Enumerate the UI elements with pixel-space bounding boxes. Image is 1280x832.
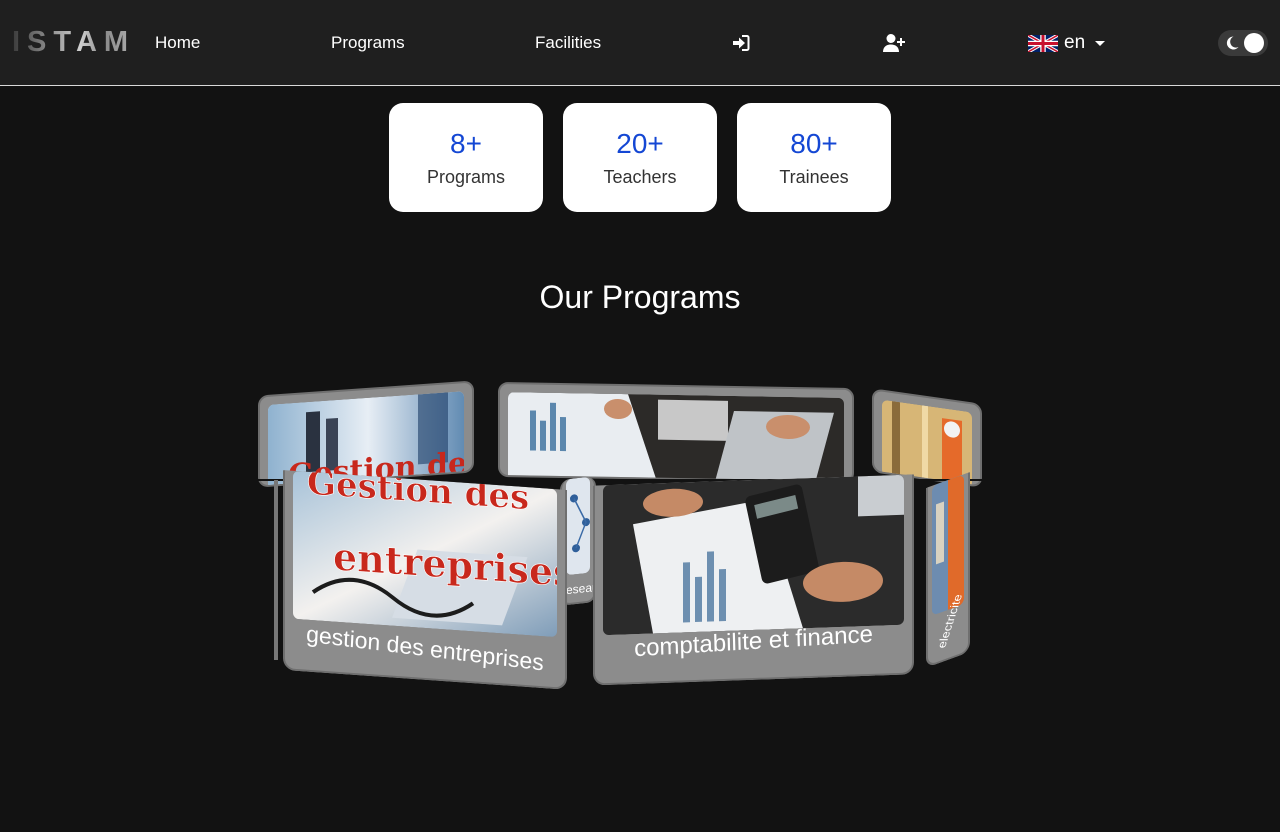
- programs-carousel[interactable]: Gestion des entreprises: [250, 380, 990, 690]
- sign-in-icon[interactable]: [731, 33, 753, 53]
- user-plus-icon[interactable]: [883, 33, 905, 53]
- program-image: [508, 392, 844, 484]
- theme-toggle[interactable]: [1218, 30, 1268, 56]
- stat-card-teachers: 20+ Teachers: [563, 103, 717, 212]
- program-card-gestion[interactable]: entreprises Gestion des gestion des entr…: [283, 470, 567, 690]
- program-image: entreprises Gestion des: [293, 471, 557, 638]
- navbar: ISTAM Home Programs Facilities en: [0, 0, 1280, 86]
- program-card-back[interactable]: [498, 381, 854, 484]
- nav-facilities-link[interactable]: Facilities: [535, 33, 601, 53]
- stat-label: Programs: [426, 167, 506, 187]
- section-title: Our Programs: [539, 279, 741, 315]
- nav-home-link[interactable]: Home: [155, 33, 200, 53]
- stat-card-trainees: 80+ Trainees: [737, 103, 891, 212]
- language-selector[interactable]: en: [1028, 31, 1106, 55]
- brand-logo[interactable]: ISTAM: [12, 26, 135, 58]
- stat-value: 20+: [616, 128, 664, 159]
- program-card-edge: [274, 480, 278, 660]
- nav-programs-link[interactable]: Programs: [331, 33, 405, 53]
- stat-label: Trainees: [779, 167, 849, 187]
- stat-value: 80+: [790, 128, 838, 159]
- uk-flag-icon: [1028, 34, 1058, 52]
- toggle-knob: [1244, 33, 1264, 53]
- stat-label: Teachers: [603, 167, 677, 187]
- chevron-down-icon: [1095, 40, 1106, 46]
- language-label: en: [1064, 32, 1086, 53]
- moon-icon: [1226, 36, 1239, 50]
- stat-value: 8+: [450, 128, 482, 159]
- program-card-comptabilite[interactable]: comptabilite et finance: [593, 474, 914, 686]
- stat-card-programs: 8+ Programs: [389, 103, 543, 212]
- program-image: [603, 474, 904, 636]
- program-card-electricite[interactable]: electricite: [926, 471, 970, 669]
- program-image: [566, 476, 590, 576]
